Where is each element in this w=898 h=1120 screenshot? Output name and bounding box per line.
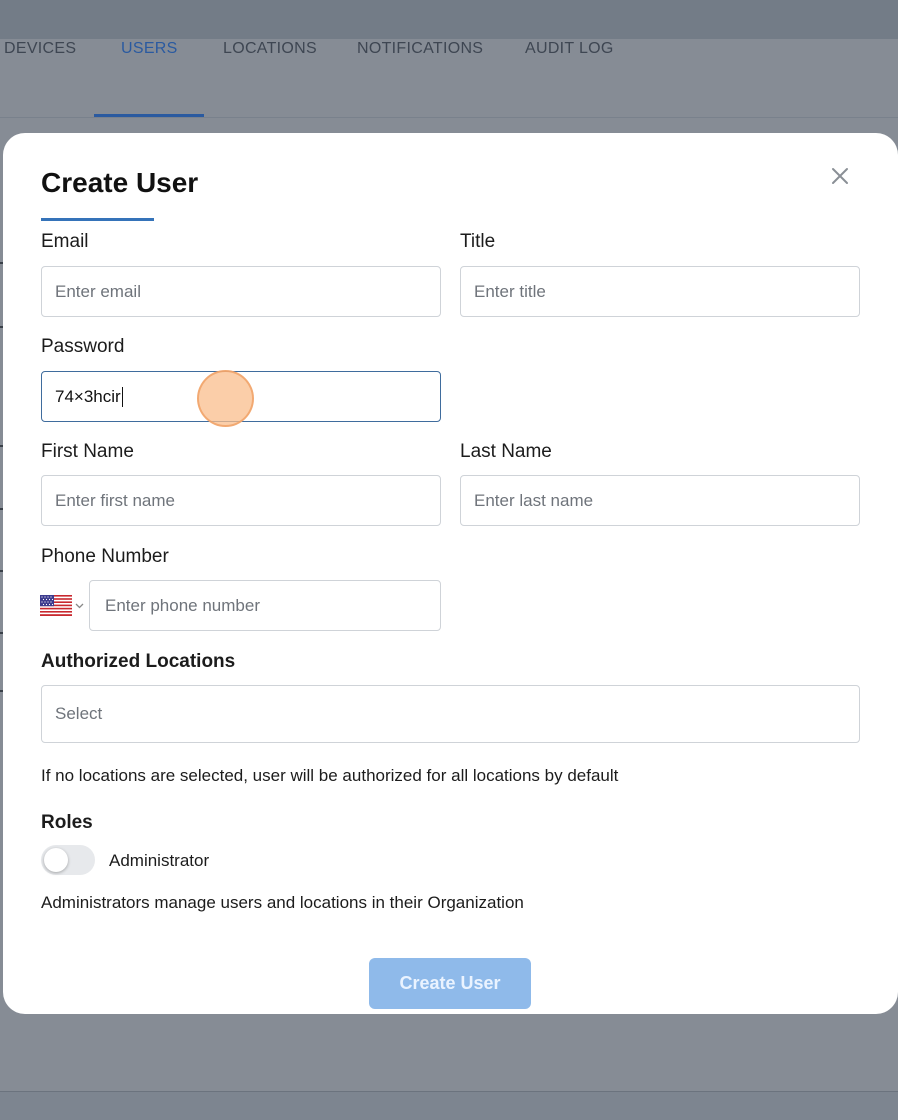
- phone-label: Phone Number: [41, 546, 169, 567]
- last-name-field[interactable]: Enter last name: [460, 475, 860, 526]
- tab-locations[interactable]: LOCATIONS: [223, 39, 317, 59]
- toggle-knob: [44, 848, 68, 872]
- first-name-field[interactable]: Enter first name: [41, 475, 441, 526]
- close-icon[interactable]: [828, 164, 852, 188]
- phone-placeholder: Enter phone number: [105, 595, 260, 615]
- tab-notifications[interactable]: NOTIFICATIONS: [357, 39, 483, 59]
- email-field[interactable]: Enter email: [41, 266, 441, 317]
- roles-label: Roles: [41, 812, 93, 833]
- app-bottom-bar: [0, 1091, 898, 1120]
- title-label: Title: [460, 231, 496, 252]
- locations-placeholder: Select: [55, 704, 103, 723]
- password-field[interactable]: 74×3hcir: [41, 371, 441, 422]
- app-top-bar: [0, 0, 898, 39]
- password-label: Password: [41, 336, 125, 357]
- tab-users[interactable]: USERS: [121, 39, 178, 59]
- locations-helper-text: If no locations are selected, user will …: [41, 766, 619, 785]
- title-field[interactable]: Enter title: [460, 266, 860, 317]
- first-name-label: First Name: [41, 441, 134, 462]
- tab-devices[interactable]: DEVICES: [4, 39, 76, 59]
- roles-helper-text: Administrators manage users and location…: [41, 893, 524, 912]
- phone-number-field[interactable]: Enter phone number: [89, 580, 441, 631]
- email-label: Email: [41, 231, 89, 252]
- password-value: 74×3hcir: [55, 386, 121, 406]
- first-name-placeholder: Enter first name: [55, 490, 175, 510]
- chevron-down-icon[interactable]: [74, 600, 85, 611]
- active-tab-indicator: [94, 114, 204, 117]
- tab-audit-log[interactable]: AUDIT LOG: [525, 39, 614, 59]
- email-placeholder: Enter email: [55, 281, 141, 301]
- text-caret: [121, 386, 123, 407]
- authorized-locations-label: Authorized Locations: [41, 651, 236, 672]
- create-user-button[interactable]: Create User: [369, 958, 531, 1009]
- last-name-label: Last Name: [460, 441, 552, 462]
- us-flag-icon[interactable]: [40, 595, 72, 616]
- title-underline: [41, 218, 154, 221]
- administrator-toggle-label: Administrator: [109, 851, 210, 870]
- locations-select[interactable]: Select: [41, 685, 860, 743]
- modal-title: Create User: [41, 167, 199, 198]
- title-placeholder: Enter title: [474, 281, 546, 301]
- last-name-placeholder: Enter last name: [474, 490, 594, 510]
